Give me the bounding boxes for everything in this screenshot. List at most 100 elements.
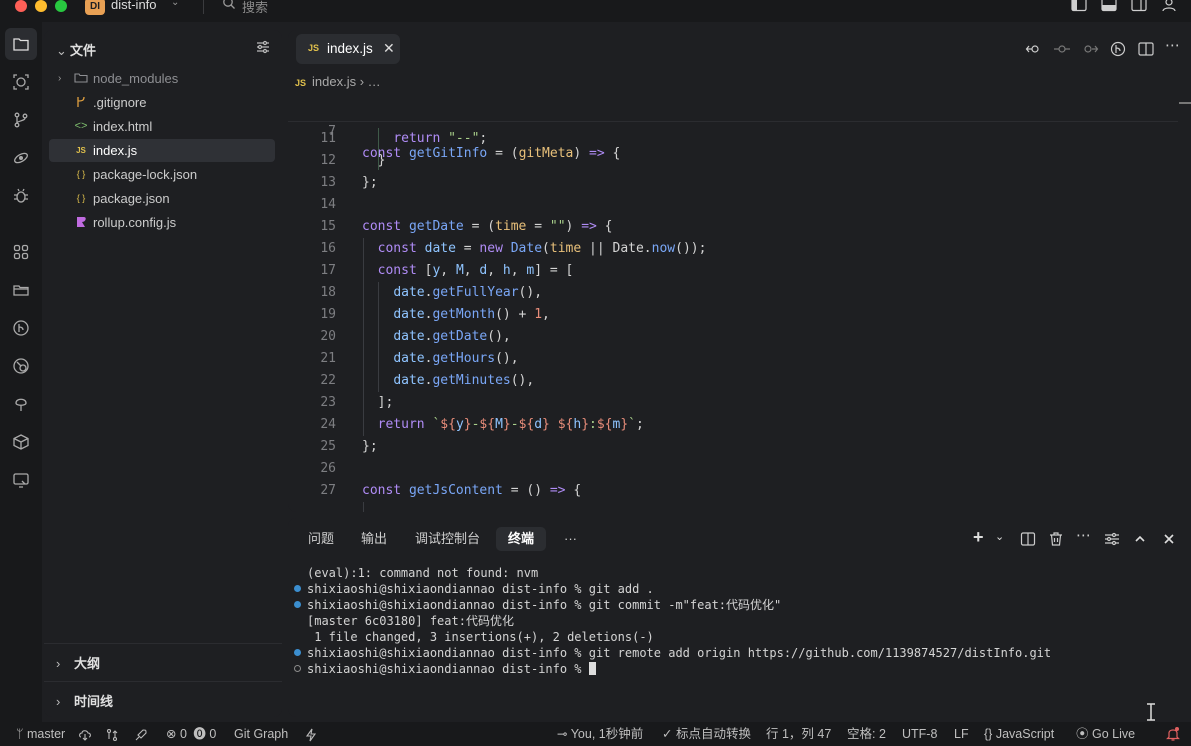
command-pending-marker[interactable]: [294, 665, 301, 672]
git-sync-icon[interactable]: [105, 727, 119, 743]
chevron-down-icon[interactable]: ⌄: [171, 0, 179, 8]
close-icon[interactable]: ✕: [383, 40, 395, 57]
problems-indicator[interactable]: ⊗ 0 ⓿ 0: [166, 726, 216, 742]
account-icon[interactable]: [1160, 0, 1178, 13]
chevron-down-icon[interactable]: ⌄: [995, 530, 1004, 548]
git-blame-indicator[interactable]: ⊸ You, 1秒钟前: [557, 726, 643, 742]
sticky-scroll-header[interactable]: 7 const getGitInfo = (gitMeta) => {: [288, 98, 1178, 161]
tab-output[interactable]: 输出: [349, 527, 399, 551]
code-line: ];: [362, 395, 394, 410]
indentation-setting[interactable]: 空格: 2: [847, 726, 886, 742]
lightning-icon[interactable]: [305, 727, 317, 743]
run-debug-icon[interactable]: [5, 142, 37, 174]
command-success-marker[interactable]: [294, 585, 301, 592]
encoding-setting[interactable]: UTF-8: [902, 726, 937, 742]
tree-item-index-html[interactable]: <> index.html: [49, 115, 275, 138]
folder-icon[interactable]: [5, 274, 37, 306]
tree-icon[interactable]: [5, 388, 37, 420]
rocket-icon[interactable]: [134, 727, 148, 743]
command-center-search[interactable]: 搜索: [242, 0, 268, 16]
notification-bell-icon[interactable]: [1166, 726, 1180, 742]
tree-item-index-js[interactable]: JS index.js: [49, 139, 275, 162]
code-line: date.getFullYear(),: [393, 285, 543, 300]
line-number: 24: [320, 417, 336, 432]
breadcrumb-file[interactable]: index.js: [312, 74, 356, 89]
more-actions-icon[interactable]: ⋯: [1076, 526, 1091, 544]
more-tabs-button[interactable]: ···: [552, 527, 589, 551]
toggle-panel-icon[interactable]: [1100, 0, 1118, 13]
toggle-sidebar-icon[interactable]: [1070, 0, 1088, 13]
next-change-icon[interactable]: [1081, 41, 1099, 57]
tree-item-gitignore[interactable]: .gitignore: [49, 91, 275, 114]
command-success-marker[interactable]: [294, 649, 301, 656]
close-window-button[interactable]: [15, 0, 27, 12]
indent-guide: [363, 502, 364, 512]
line-number: 15: [320, 219, 336, 234]
code-line: return "--";: [393, 131, 488, 146]
remote-icon[interactable]: [5, 350, 37, 382]
tab-problems[interactable]: 问题: [296, 527, 346, 551]
language-mode[interactable]: {} JavaScript: [984, 726, 1054, 742]
trash-icon[interactable]: [1048, 530, 1064, 548]
remote-explorer-icon[interactable]: [5, 464, 37, 496]
code-line: date.getMinutes(),: [393, 373, 535, 388]
commit-icon: ⊸: [557, 727, 568, 741]
extensions-icon[interactable]: [5, 236, 37, 268]
git-graph-button[interactable]: Git Graph: [234, 726, 288, 742]
tree-item-package-json[interactable]: { } package.json: [49, 187, 275, 210]
search-icon[interactable]: [222, 0, 236, 10]
timeline-section[interactable]: › 时间线: [44, 681, 282, 715]
bug-icon[interactable]: [5, 180, 37, 212]
tab-label: index.js: [327, 41, 373, 56]
outline-section[interactable]: › 大纲: [44, 643, 282, 677]
line-number: 26: [320, 461, 336, 476]
go-live-button[interactable]: ⦿ Go Live: [1076, 726, 1135, 742]
command-success-marker[interactable]: [294, 601, 301, 608]
js-icon: JS: [308, 43, 320, 53]
split-terminal-icon[interactable]: [1020, 530, 1036, 548]
toggle-secondary-sidebar-icon[interactable]: [1130, 0, 1148, 13]
braces-icon: {}: [984, 727, 993, 741]
tree-item-node-modules[interactable]: › node_modules: [49, 67, 275, 90]
line-number: 16: [320, 241, 336, 256]
commit-icon[interactable]: [1053, 41, 1071, 57]
eol-setting[interactable]: LF: [954, 726, 969, 742]
customize-layout-icon[interactable]: [1104, 530, 1120, 548]
split-editor-icon[interactable]: [1137, 41, 1155, 57]
code-area[interactable]: 7 const getGitInfo = (gitMeta) => { 11 r…: [288, 98, 1191, 512]
search-icon[interactable]: [5, 66, 37, 98]
more-actions-icon[interactable]: ⋯: [1165, 36, 1180, 54]
code-line: };: [362, 175, 378, 190]
terminal-line: [master 6c03180] feat:代码优化: [307, 614, 514, 628]
explorer-icon[interactable]: [5, 28, 37, 60]
sync-icon[interactable]: [78, 727, 92, 743]
line-number: 25: [320, 439, 336, 454]
new-terminal-icon[interactable]: +: [973, 527, 984, 547]
git-graph-icon[interactable]: [1109, 41, 1127, 57]
tab-debug-console[interactable]: 调试控制台: [403, 527, 492, 551]
chevron-right-icon: ›: [56, 694, 61, 709]
branch-indicator[interactable]: ᛘ master: [16, 726, 65, 742]
maximize-panel-icon[interactable]: [1133, 530, 1147, 548]
tab-index-js[interactable]: JS index.js ✕: [296, 34, 400, 64]
tab-terminal[interactable]: 终端: [496, 527, 547, 551]
explorer-header[interactable]: ⌄ 文件: [56, 40, 96, 59]
minimize-window-button[interactable]: [35, 0, 47, 12]
minimap-indicator: [1179, 102, 1191, 104]
project-name[interactable]: dist-info: [111, 0, 157, 12]
terminal-line: (eval):1: command not found: nvm: [307, 566, 539, 580]
auto-convert-toggle[interactable]: ✓ 标点自动转换: [662, 726, 751, 742]
cursor-position[interactable]: 行 1，列 47: [766, 726, 831, 742]
maximize-window-button[interactable]: [55, 0, 67, 12]
close-panel-icon[interactable]: [1162, 530, 1176, 548]
breadcrumb-more[interactable]: › …: [356, 74, 381, 89]
git-graph-icon[interactable]: [5, 312, 37, 344]
tree-item-package-lock-json[interactable]: { } package-lock.json: [49, 163, 275, 186]
tree-item-rollup-config-js[interactable]: rollup.config.js: [49, 211, 275, 234]
filter-icon[interactable]: [256, 40, 270, 54]
line-number: 23: [320, 395, 336, 410]
source-control-icon[interactable]: [5, 104, 37, 136]
open-changes-icon[interactable]: [1025, 41, 1043, 57]
project-badge[interactable]: DI: [85, 0, 105, 15]
package-icon[interactable]: [5, 426, 37, 458]
